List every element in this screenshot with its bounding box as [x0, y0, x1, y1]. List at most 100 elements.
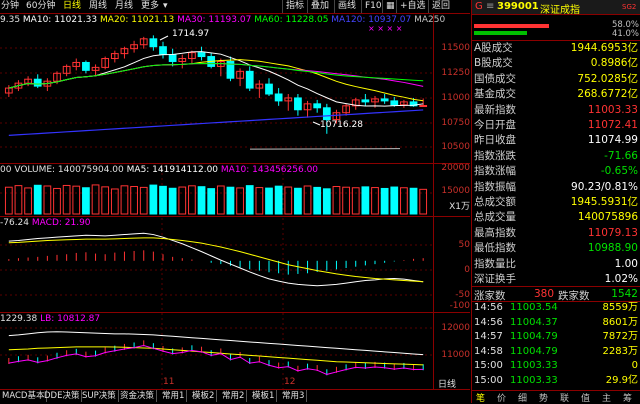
tick-vol: 0	[632, 359, 638, 372]
stock-code: 399001	[497, 1, 539, 12]
quote-row-value: 140075896	[578, 210, 638, 226]
volume-bar	[169, 188, 176, 214]
add-watchlist-button[interactable]: +自选	[396, 0, 429, 13]
period-minute[interactable]: 分钟	[1, 0, 19, 12]
quote-row-value: 1945.5931亿	[571, 195, 638, 211]
kline-chart-area[interactable]	[0, 0, 470, 403]
volume-bar	[25, 188, 32, 214]
cross-markers-icon: × × × ×	[368, 24, 402, 33]
chips-icon[interactable]: 筹	[623, 391, 632, 404]
tick-vol: 2283万	[603, 345, 638, 358]
candle-body	[381, 99, 388, 101]
volume-bar	[304, 186, 311, 214]
link-icon[interactable]: 联	[560, 391, 569, 404]
volume-bar	[83, 188, 90, 214]
tab-template-1[interactable]: 模板1	[250, 390, 277, 402]
tick-detail-icon[interactable]: 笔	[476, 391, 485, 404]
tab-common-2[interactable]: 常用2	[220, 390, 247, 402]
indicator-button[interactable]: 指标	[282, 0, 307, 13]
candle-body	[323, 108, 330, 120]
quote-row: 指数涨跌-71.66	[472, 149, 640, 165]
price-tick: 11500	[436, 43, 470, 53]
price-tick: 10750	[436, 118, 470, 128]
draw-line-button[interactable]: 画线	[334, 0, 359, 13]
rise-count: 380	[534, 288, 554, 300]
tab-fund-decision[interactable]: 资金决策	[118, 390, 157, 402]
macd-dif-line	[9, 233, 423, 285]
detail-icon[interactable]: 细	[518, 391, 527, 404]
volume-bar	[34, 185, 41, 214]
quote-row: 最新指数11003.33	[472, 103, 640, 119]
tab-common-1[interactable]: 常用1	[160, 390, 187, 402]
volume-bar	[266, 188, 273, 214]
volume-bar	[121, 186, 128, 214]
quote-row: A股成交1944.6953亿	[472, 41, 640, 57]
period-monthly[interactable]: 月线	[115, 0, 133, 12]
panel-icon-bar: 笔 价 细 势 联 值 主 筹	[472, 390, 640, 404]
lb-tick: 11000	[436, 350, 470, 360]
tick-time: 15:00	[474, 359, 503, 372]
tab-template-2[interactable]: 模板2	[190, 390, 217, 402]
daily-label: 日线	[438, 377, 456, 390]
back-button[interactable]: 返回	[428, 0, 453, 13]
ma-line-ma20	[9, 60, 423, 101]
macd-label: MACD: 21.90	[32, 218, 91, 228]
trend-icon[interactable]: 势	[539, 391, 548, 404]
price-icon[interactable]: 价	[497, 391, 506, 404]
volume-bar	[295, 188, 302, 214]
quote-row-label: 指数涨跌	[474, 149, 516, 165]
ma30-label: MA30: 11193.07	[177, 15, 251, 25]
tick-price: 11003.33	[510, 374, 558, 387]
volume-ma5-label: MA5: 141914112.00	[127, 165, 218, 175]
value-icon[interactable]: 值	[581, 391, 590, 404]
quote-row: 国债成交752.0285亿	[472, 72, 640, 88]
tick-row: 15:0011003.3329.9亿	[472, 374, 640, 387]
tick-time: 14:57	[474, 330, 503, 343]
tick-row: 14:5711004.797872万	[472, 330, 640, 343]
candle-body	[266, 84, 273, 94]
macd-tick: -100	[436, 301, 470, 311]
lb-tick: 12000	[436, 323, 470, 333]
macd-tick: 50	[436, 240, 470, 250]
quote-row-value: 752.0285亿	[577, 72, 638, 88]
fall-ratio-bar	[474, 31, 527, 35]
volume-tick: 15000	[436, 186, 470, 196]
quote-header: G ≡ 399001 深证成指 SG2	[472, 0, 640, 15]
tick-time: 14:58	[474, 345, 503, 358]
volume-bar	[285, 187, 292, 214]
volume-bar	[256, 188, 263, 214]
tab-macd-basic[interactable]: MACD基本	[0, 390, 47, 402]
quote-row-label: A股成交	[474, 41, 513, 57]
period-daily[interactable]: 日线	[63, 0, 81, 12]
volume-bar	[314, 187, 321, 214]
volume-bar	[323, 189, 330, 214]
volume-prefix: 00	[0, 165, 11, 175]
quote-row: 指数量比1.00	[472, 257, 640, 273]
low-annotation: 10716.28	[320, 120, 363, 130]
main-icon[interactable]: 主	[602, 391, 611, 404]
volume-bar	[391, 187, 398, 214]
chevron-down-icon[interactable]: ▾	[163, 0, 168, 12]
volume-bar	[401, 188, 408, 214]
macd-value: -76.24	[0, 218, 29, 228]
candle-body	[275, 94, 282, 101]
volume-bar	[131, 187, 138, 214]
period-weekly[interactable]: 周线	[89, 0, 107, 12]
breadth-row: 涨家数 380 跌家数 1542	[472, 286, 640, 302]
quote-row-value: 268.6772亿	[577, 87, 638, 103]
period-60min[interactable]: 60分钟	[26, 0, 55, 12]
tab-common-3[interactable]: 常用3	[280, 390, 307, 402]
volume-bar	[102, 187, 109, 214]
ma10-label: MA10: 11021.33	[23, 15, 97, 25]
ma250-label: MA250	[414, 15, 445, 25]
tick-time: 14:56	[474, 301, 503, 314]
volume-bar	[5, 187, 12, 214]
quote-row-value: 0.8986亿	[591, 56, 638, 72]
tab-sup-decision[interactable]: SUP决策	[80, 390, 119, 402]
volume-bar	[150, 185, 157, 214]
tick-time: 14:56	[474, 316, 503, 329]
period-more[interactable]: 更多	[141, 0, 159, 12]
overlay-button[interactable]: 叠加	[307, 0, 332, 13]
tab-dde-decision[interactable]: DDE决策	[42, 390, 82, 402]
candle-body	[83, 62, 90, 70]
